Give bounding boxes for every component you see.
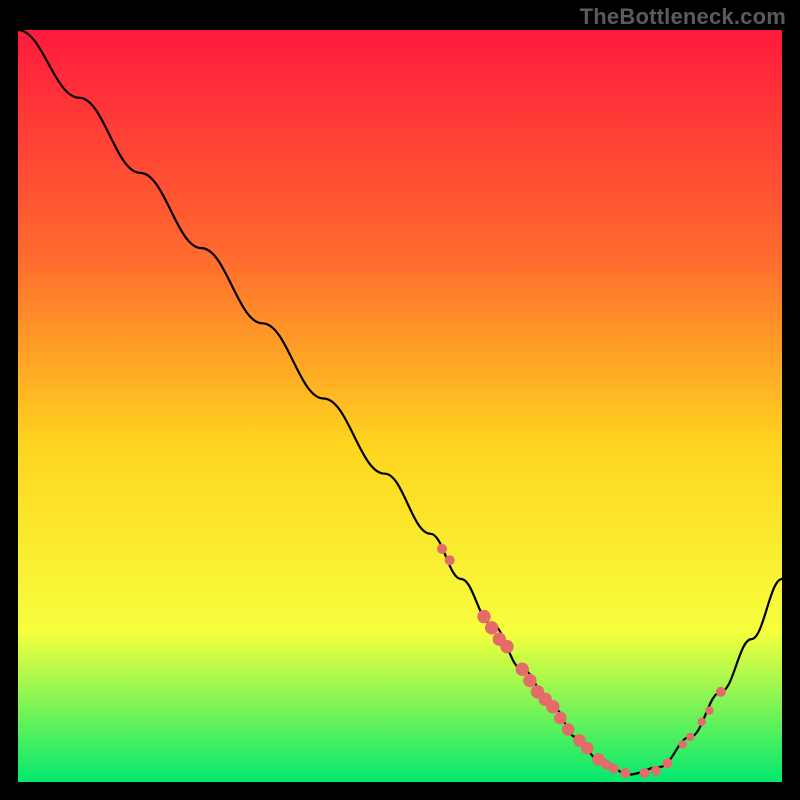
bottleneck-chart — [18, 30, 782, 782]
curve-marker — [562, 723, 575, 736]
curve-marker — [705, 706, 713, 714]
curve-marker — [651, 766, 661, 776]
curve-marker — [523, 674, 536, 687]
curve-marker — [640, 768, 650, 778]
curve-marker — [620, 768, 630, 778]
curve-marker — [609, 764, 619, 774]
curve-marker — [716, 687, 726, 697]
curve-marker — [477, 610, 490, 623]
curve-marker — [546, 700, 559, 713]
curve-marker — [437, 544, 447, 554]
curve-marker — [485, 621, 498, 634]
plot-frame — [18, 30, 782, 782]
curve-marker — [516, 663, 529, 676]
curve-marker — [500, 640, 513, 653]
curve-marker — [445, 555, 455, 565]
gradient-backdrop — [18, 30, 782, 782]
curve-marker — [581, 742, 594, 755]
curve-marker — [554, 712, 567, 725]
curve-marker — [686, 733, 694, 741]
curve-marker — [662, 758, 672, 768]
curve-marker — [679, 740, 687, 748]
curve-marker — [698, 718, 706, 726]
chart-container: TheBottleneck.com — [0, 0, 800, 800]
watermark-text: TheBottleneck.com — [580, 4, 786, 30]
